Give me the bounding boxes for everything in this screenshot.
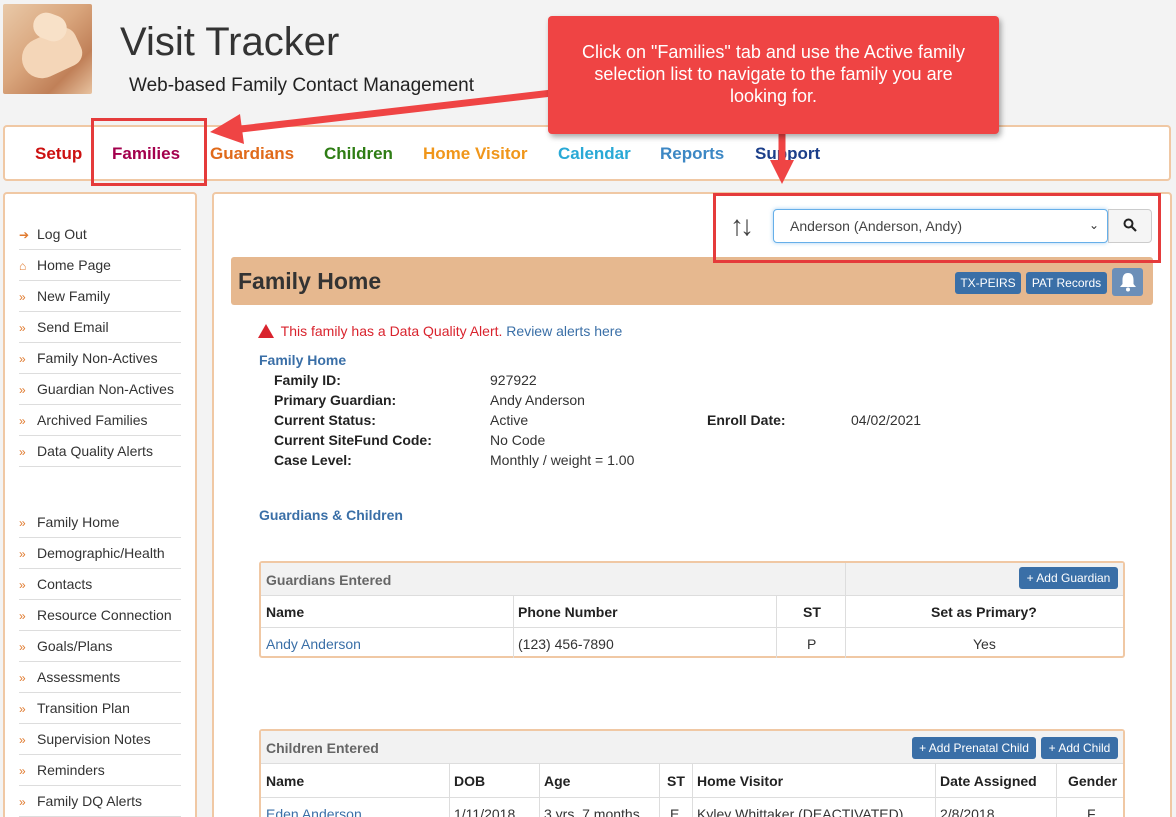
instruction-callout: Click on "Families" tab and use the Acti… [548, 16, 999, 134]
